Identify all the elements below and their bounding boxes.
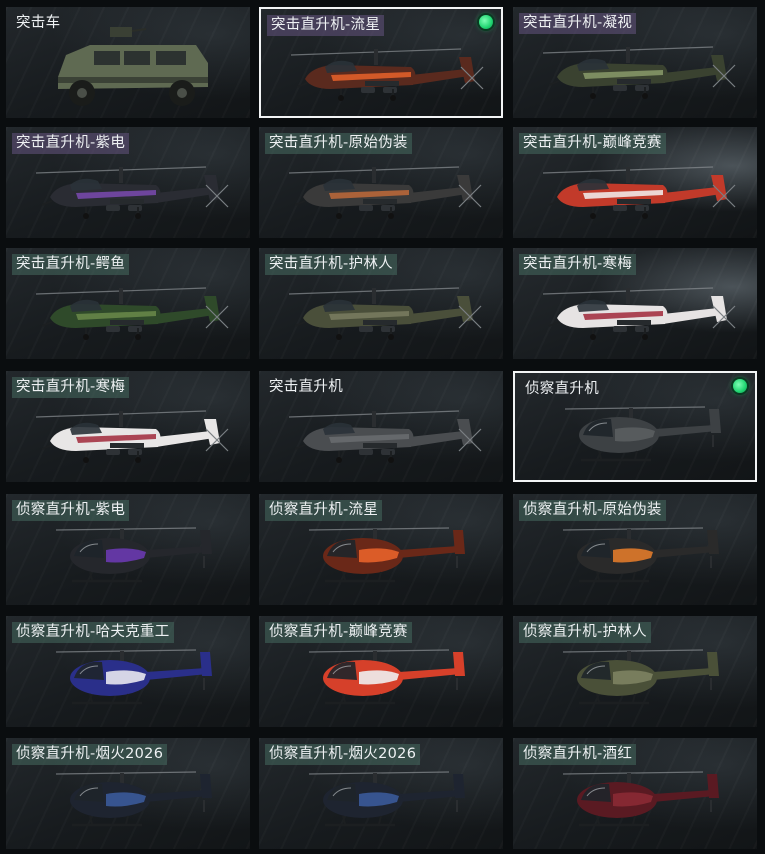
- vehicle-skin-card[interactable]: 突击直升机-紫电: [6, 127, 250, 238]
- scout-helicopter-icon: [562, 771, 719, 827]
- vehicle-skin-card[interactable]: 侦察直升机: [513, 371, 757, 482]
- vehicle-skin-card[interactable]: 突击直升机-原始伪装: [259, 127, 503, 238]
- attack-helicopter-icon: [288, 410, 482, 463]
- vehicle-skin-name: 突击直升机-护林人: [265, 254, 397, 275]
- vehicle-skin-name: 突击车: [16, 15, 61, 31]
- scout-helicopter-icon: [564, 406, 721, 462]
- vehicle-skin-card[interactable]: 侦察直升机-护林人: [513, 616, 757, 727]
- attack-helicopter-icon: [290, 48, 484, 101]
- equipped-indicator-icon: [479, 15, 493, 29]
- vehicle-skin-name: 突击直升机: [269, 379, 343, 395]
- scout-helicopter-icon: [308, 771, 465, 827]
- vehicle-skin-name: 突击直升机-流星: [267, 15, 385, 36]
- vehicle-skin-card[interactable]: 侦察直升机-巅峰竞赛: [259, 616, 503, 727]
- scout-helicopter-icon: [308, 527, 465, 583]
- vehicle-skin-name: 侦察直升机-紫电: [12, 500, 130, 521]
- vehicle-skin-card[interactable]: 侦察直升机-烟火2026: [259, 738, 503, 849]
- scout-helicopter-icon: [55, 527, 212, 583]
- vehicle-skin-name: 侦察直升机-烟火2026: [12, 744, 168, 765]
- attack-helicopter-icon: [35, 166, 229, 219]
- vehicle-skin-name: 侦察直升机-流星: [265, 500, 383, 521]
- vehicle-skin-name: 突击直升机-紫电: [12, 133, 130, 154]
- vehicle-skin-card[interactable]: 突击车: [6, 7, 250, 118]
- scout-helicopter-icon: [562, 649, 719, 705]
- equipped-indicator-icon: [733, 379, 747, 393]
- vehicle-skin-card[interactable]: 突击直升机-护林人: [259, 248, 503, 359]
- vehicle-skin-name: 侦察直升机-原始伪装: [519, 500, 666, 521]
- vehicle-skin-card[interactable]: 突击直升机-寒梅: [6, 371, 250, 482]
- vehicle-skin-card[interactable]: 突击直升机: [259, 371, 503, 482]
- attack-helicopter-icon: [542, 287, 736, 340]
- vehicle-skin-card[interactable]: 侦察直升机-烟火2026: [6, 738, 250, 849]
- vehicle-skin-card[interactable]: 突击直升机-流星: [259, 7, 503, 118]
- scout-helicopter-icon: [308, 649, 465, 705]
- vehicle-skin-card[interactable]: 侦察直升机-哈夫克重工: [6, 616, 250, 727]
- vehicle-skin-name: 侦察直升机-酒红: [519, 744, 637, 765]
- vehicle-skin-card[interactable]: 突击直升机-鳄鱼: [6, 248, 250, 359]
- vehicle-skin-name: 突击直升机-寒梅: [519, 254, 637, 275]
- vehicle-skin-card[interactable]: 侦察直升机-酒红: [513, 738, 757, 849]
- attack-helicopter-icon: [35, 287, 229, 340]
- attack-helicopter-icon: [35, 410, 229, 463]
- vehicle-skin-card[interactable]: 侦察直升机-原始伪装: [513, 494, 757, 605]
- vehicle-skin-card[interactable]: 侦察直升机-紫电: [6, 494, 250, 605]
- vehicle-skin-name: 突击直升机-巅峰竞赛: [519, 133, 666, 154]
- vehicle-skin-name: 突击直升机-凝视: [519, 13, 637, 34]
- vehicle-skin-name: 侦察直升机-护林人: [519, 622, 651, 643]
- vehicle-skin-name: 突击直升机-原始伪装: [265, 133, 412, 154]
- assault-vehicle-icon: [58, 27, 208, 106]
- scout-helicopter-icon: [55, 771, 212, 827]
- vehicle-skin-name: 侦察直升机: [525, 381, 599, 397]
- vehicle-skin-name: 突击直升机-鳄鱼: [12, 254, 130, 275]
- attack-helicopter-icon: [542, 46, 736, 99]
- attack-helicopter-icon: [542, 166, 736, 219]
- vehicle-skin-card[interactable]: 侦察直升机-流星: [259, 494, 503, 605]
- vehicle-skin-grid: 突击车 突击直升机-流星 突击直升机-凝视 突击直升机-紫电 突击直升机-原始伪装 突击直…: [0, 0, 765, 854]
- vehicle-skin-card[interactable]: 突击直升机-巅峰竞赛: [513, 127, 757, 238]
- vehicle-skin-name: 侦察直升机-烟火2026: [265, 744, 421, 765]
- vehicle-skin-name: 侦察直升机-哈夫克重工: [12, 622, 174, 643]
- vehicle-skin-name: 侦察直升机-巅峰竞赛: [265, 622, 412, 643]
- vehicle-skin-name: 突击直升机-寒梅: [12, 377, 130, 398]
- scout-helicopter-icon: [562, 527, 719, 583]
- attack-helicopter-icon: [288, 287, 482, 340]
- attack-helicopter-icon: [288, 166, 482, 219]
- vehicle-skin-card[interactable]: 突击直升机-凝视: [513, 7, 757, 118]
- vehicle-skin-card[interactable]: 突击直升机-寒梅: [513, 248, 757, 359]
- scout-helicopter-icon: [55, 649, 212, 705]
